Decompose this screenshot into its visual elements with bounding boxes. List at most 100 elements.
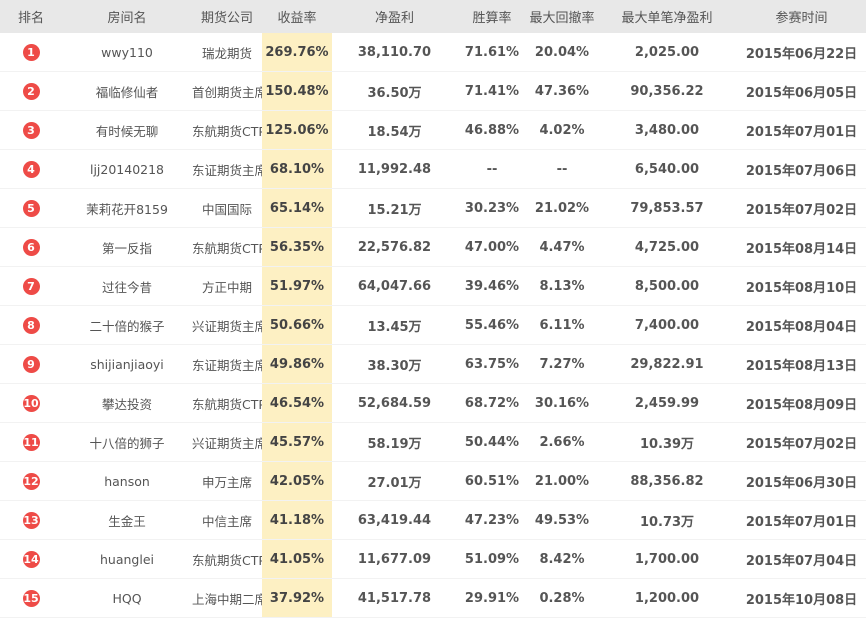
table-row[interactable]: 11 十八倍的狮子 兴证期货主席 45.57% 58.19万 50.44% 2.66% 10.… [0,422,866,462]
cell-profit: 27.01万 [332,461,457,501]
cell-profit: 36.50万 [332,71,457,111]
table-row[interactable]: 15 HQQ 上海中期二席 37.92% 41,517.78 29.91% 0.28% 1,2… [0,578,866,618]
table-row[interactable]: 14 huanglei 东航期货CTP 41.05% 11,677.09 51.09% 8.… [0,539,866,579]
table-row[interactable]: 9 shijianjiaoyi 东证期货主席 49.86% 38.30万 63.75% 7.… [0,344,866,384]
table-row[interactable]: 5 茉莉花开8159 中国国际 65.14% 15.21万 30.23% 21.02% 79,… [0,188,866,228]
cell-rate: 49.86% [262,344,332,384]
table-row[interactable]: 10 攀达投资 东航期货CTP 46.54% 52,684.59 68.72% 30.16%… [0,383,866,423]
header-room[interactable]: 房间名 [62,0,192,33]
header-winrate[interactable]: 胜算率 [457,0,527,33]
cell-room-name[interactable]: 攀达投资 [62,383,192,423]
cell-company: 东证期货主席 [192,344,262,384]
cell-drawdown: 21.00% [527,461,597,501]
header-date[interactable]: 参赛时间 [737,0,866,33]
cell-rank: 7 [0,266,62,306]
cell-maxsingle: 2,459.99 [597,383,737,423]
rank-badge: 13 [22,511,40,529]
cell-maxsingle: 4,725.00 [597,227,737,267]
cell-winrate: 46.88% [457,110,527,150]
table-row[interactable]: 4 ljj20140218 东证期货主席 68.10% 11,992.48 -- -- 6,5… [0,149,866,189]
cell-room-name[interactable]: 二十倍的猴子 [62,305,192,345]
cell-room-name[interactable]: 过往今昔 [62,266,192,306]
rank-badge: 8 [22,316,40,334]
table-row[interactable]: 2 福临修仙者 首创期货主席 150.48% 36.50万 71.41% 47.36% 90,… [0,71,866,111]
header-maxsingle[interactable]: 最大单笔净盈利 [597,0,737,33]
cell-room-name[interactable]: HQQ [62,578,192,618]
cell-profit: 38.30万 [332,344,457,384]
cell-drawdown: 21.02% [527,188,597,228]
cell-room-name[interactable]: 福临修仙者 [62,71,192,111]
cell-room-name[interactable]: 有时候无聊 [62,110,192,150]
cell-rank: 13 [0,500,62,540]
table-row[interactable]: 1 wwy110 瑞龙期货 269.76% 38,110.70 71.61% 20.04% 2… [0,33,866,72]
cell-winrate: 39.46% [457,266,527,306]
cell-rank: 6 [0,227,62,267]
header-drawdown[interactable]: 最大回撤率 [527,0,597,33]
rank-badge: 1 [22,43,40,61]
cell-rank: 8 [0,305,62,345]
cell-profit: 18.54万 [332,110,457,150]
cell-winrate: -- [457,149,527,189]
cell-company: 中国国际 [192,188,262,228]
cell-maxsingle: 7,400.00 [597,305,737,345]
cell-company: 中信主席 [192,500,262,540]
table-row[interactable]: 8 二十倍的猴子 兴证期货主席 50.66% 13.45万 55.46% 6.11% 7,40… [0,305,866,345]
cell-room-name[interactable]: 十八倍的狮子 [62,422,192,462]
cell-drawdown: 6.11% [527,305,597,345]
cell-company: 东航期货CTP [192,227,262,267]
cell-rank: 14 [0,539,62,579]
rank-badge: 12 [22,472,40,490]
cell-rank: 2 [0,71,62,111]
cell-room-name[interactable]: 第一反指 [62,227,192,267]
rank-badge: 2 [22,82,40,100]
cell-rate: 65.14% [262,188,332,228]
cell-room-name[interactable]: 生金王 [62,500,192,540]
cell-date: 2015年08月10日 [737,266,866,306]
rank-badge: 4 [22,160,40,178]
cell-date: 2015年10月08日 [737,578,866,618]
cell-rank: 3 [0,110,62,150]
rank-badge: 7 [22,277,40,295]
cell-company: 兴证期货主席 [192,305,262,345]
cell-room-name[interactable]: shijianjiaoyi [62,344,192,384]
cell-rate: 51.97% [262,266,332,306]
cell-drawdown: 20.04% [527,33,597,72]
cell-rank: 15 [0,578,62,618]
cell-date: 2015年07月01日 [737,500,866,540]
cell-room-name[interactable]: wwy110 [62,33,192,72]
header-rank[interactable]: 排名 [0,0,62,33]
cell-drawdown: 2.66% [527,422,597,462]
cell-rate: 46.54% [262,383,332,423]
cell-date: 2015年08月04日 [737,305,866,345]
cell-rate: 41.18% [262,500,332,540]
table-row[interactable]: 7 过往今昔 方正中期 51.97% 64,047.66 39.46% 8.13% 8,500… [0,266,866,306]
header-profit[interactable]: 净盈利 [332,0,457,33]
cell-winrate: 51.09% [457,539,527,579]
cell-rate: 269.76% [262,33,332,72]
cell-rate: 42.05% [262,461,332,501]
cell-company: 首创期货主席 [192,71,262,111]
cell-room-name[interactable]: ljj20140218 [62,149,192,189]
cell-room-name[interactable]: hanson [62,461,192,501]
cell-winrate: 47.23% [457,500,527,540]
cell-profit: 38,110.70 [332,33,457,72]
table-row[interactable]: 13 生金王 中信主席 41.18% 63,419.44 47.23% 49.53% 10.7… [0,500,866,540]
cell-maxsingle: 1,700.00 [597,539,737,579]
cell-company: 东航期货CTP [192,383,262,423]
cell-rank: 10 [0,383,62,423]
cell-drawdown: -- [527,149,597,189]
cell-room-name[interactable]: huanglei [62,539,192,579]
table-row[interactable]: 6 第一反指 东航期货CTP 56.35% 22,576.82 47.00% 4.47% 4,… [0,227,866,267]
cell-profit: 11,992.48 [332,149,457,189]
table-row[interactable]: 12 hanson 申万主席 42.05% 27.01万 60.51% 21.00% 88,3… [0,461,866,501]
header-rate[interactable]: 收益率 [262,0,332,33]
cell-maxsingle: 2,025.00 [597,33,737,72]
cell-room-name[interactable]: 茉莉花开8159 [62,188,192,228]
table-row[interactable]: 3 有时候无聊 东航期货CTP 125.06% 18.54万 46.88% 4.02% 3,4… [0,110,866,150]
cell-date: 2015年07月02日 [737,188,866,228]
cell-drawdown: 8.42% [527,539,597,579]
header-company[interactable]: 期货公司 [192,0,262,33]
cell-maxsingle: 88,356.82 [597,461,737,501]
cell-maxsingle: 1,200.00 [597,578,737,618]
cell-company: 东证期货主席 [192,149,262,189]
